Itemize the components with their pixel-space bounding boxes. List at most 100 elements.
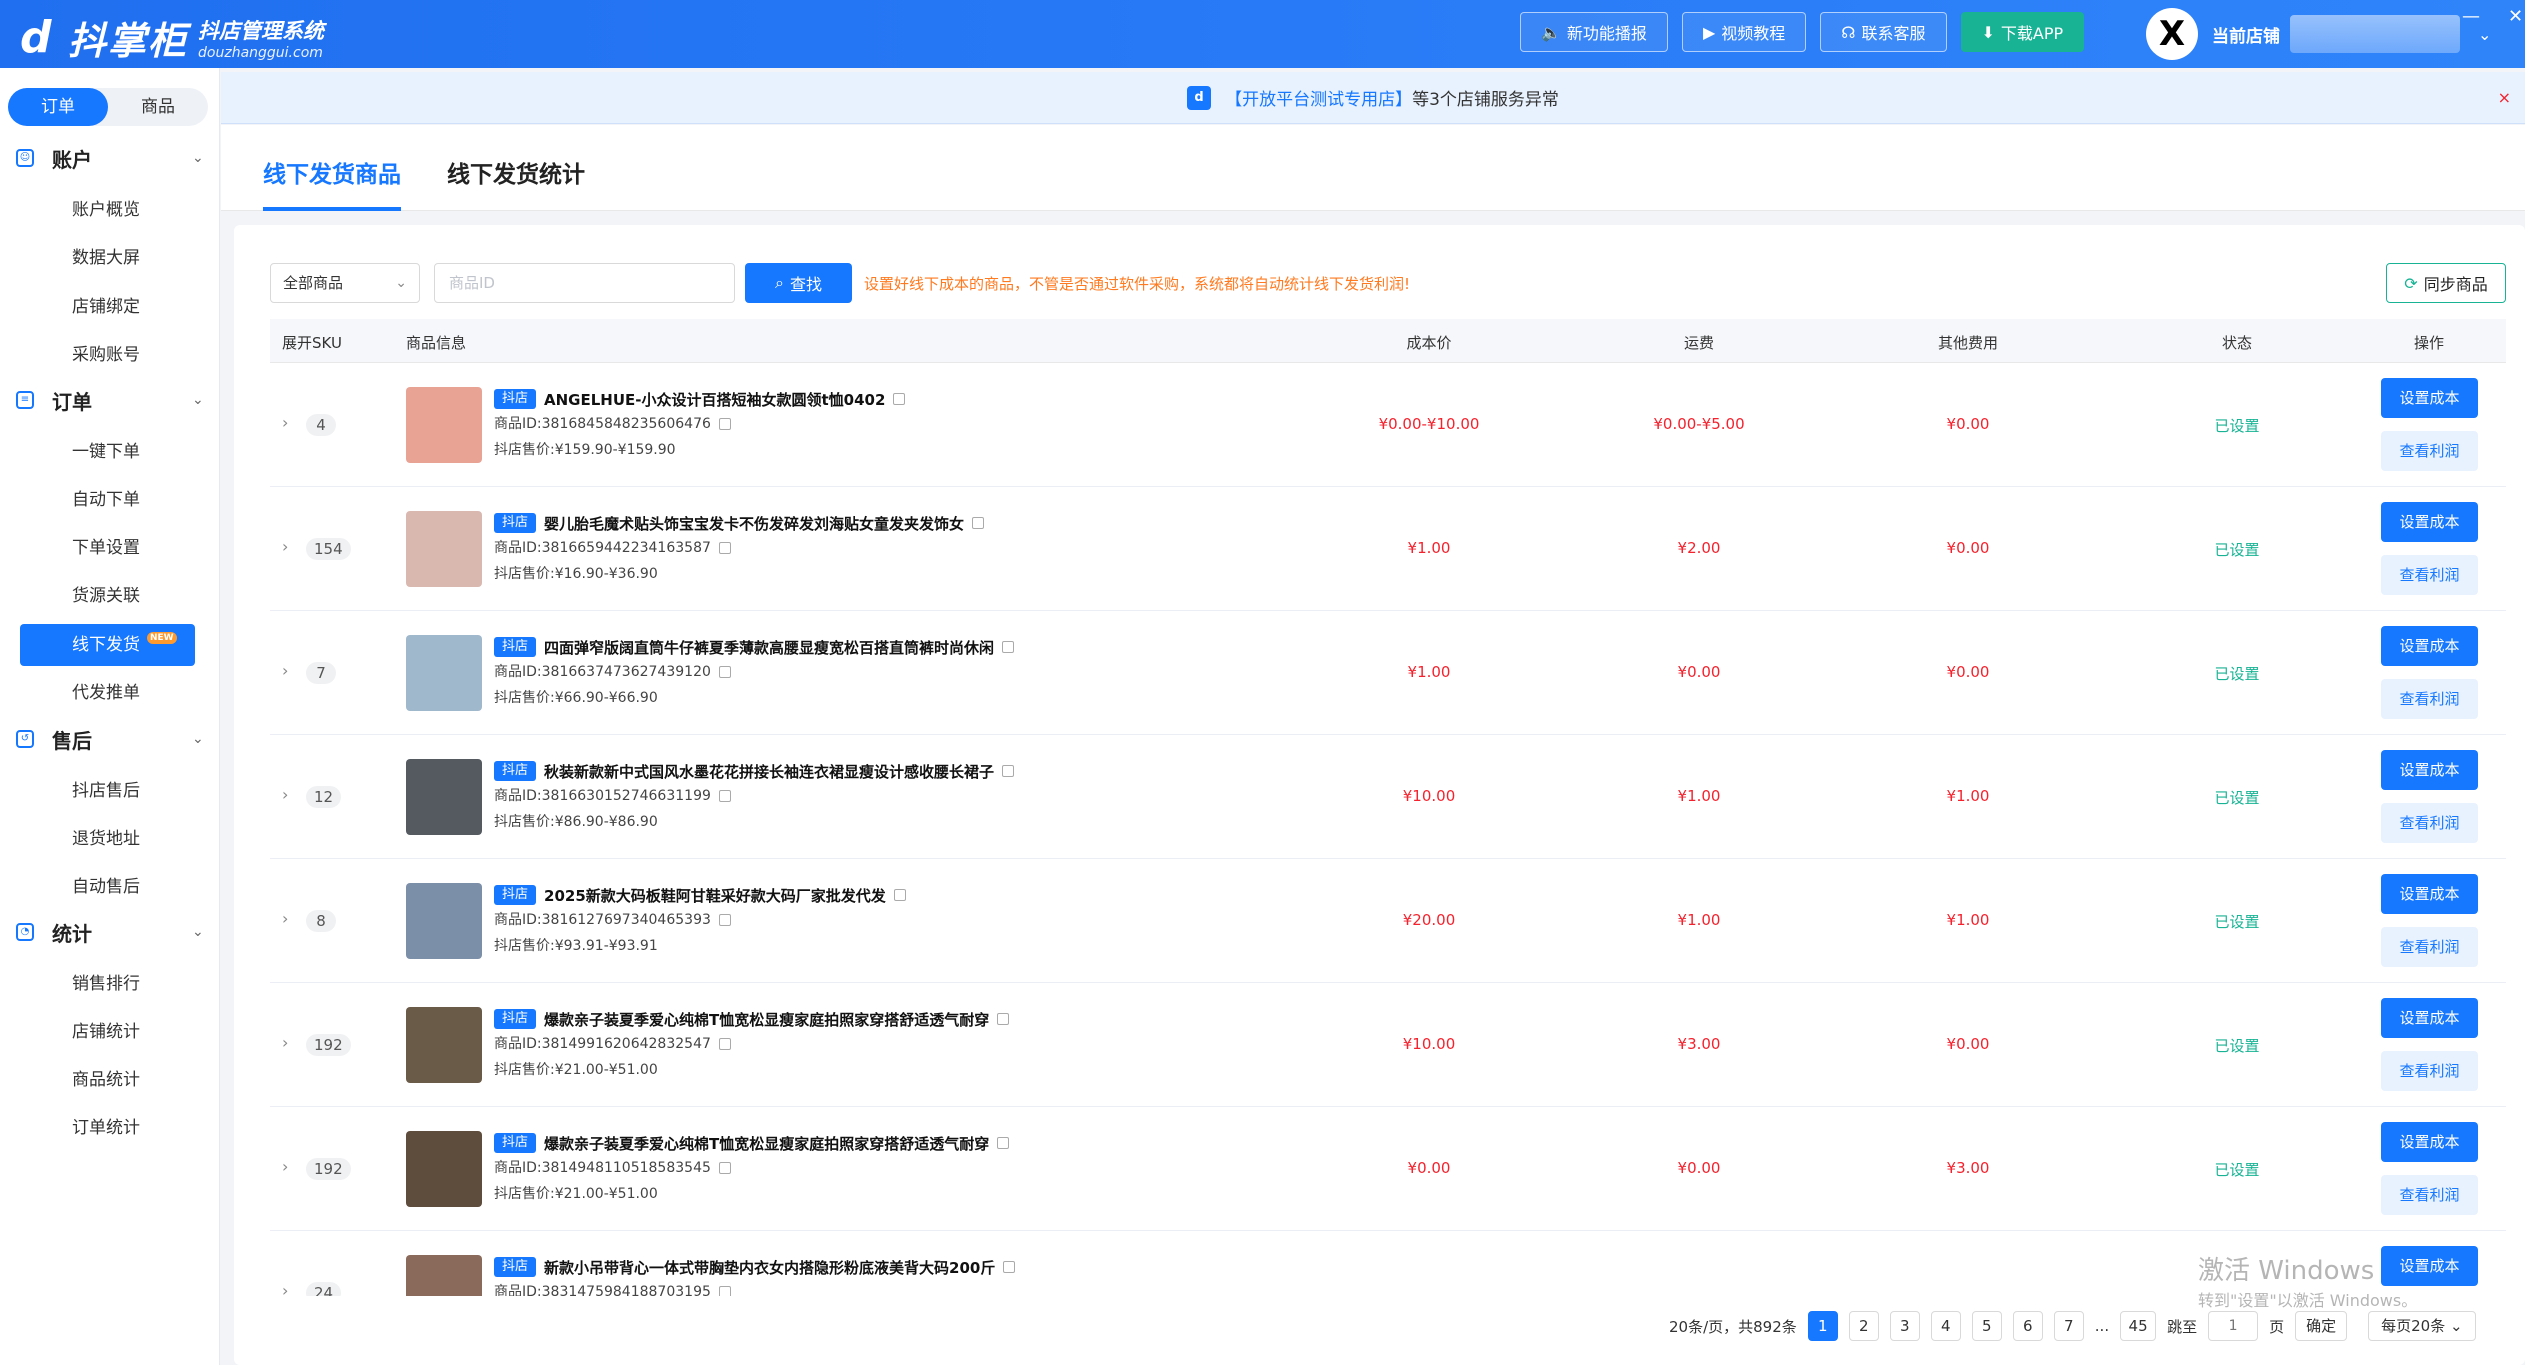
sidebar-item-source-link[interactable]: 货源关联 xyxy=(20,575,195,617)
page-last[interactable]: 45 xyxy=(2120,1311,2157,1341)
page-2[interactable]: 2 xyxy=(1848,1311,1879,1341)
view-profit-button[interactable]: 查看利润 xyxy=(2381,803,2478,843)
sku-count[interactable]: 154 xyxy=(306,538,351,560)
jump-page-input[interactable] xyxy=(2208,1311,2259,1341)
chevron-right-icon[interactable]: › xyxy=(282,413,288,432)
window-controls: — ✕ xyxy=(2462,6,2523,27)
tab-offline-stats[interactable]: 线下发货统计 xyxy=(447,155,585,211)
pagination-ellipsis[interactable]: ... xyxy=(2095,1317,2109,1335)
sku-count[interactable]: 24 xyxy=(306,1282,342,1296)
copy-icon[interactable] xyxy=(1002,765,1015,777)
copy-icon[interactable] xyxy=(893,393,906,405)
copy-icon[interactable] xyxy=(893,889,906,901)
sku-count[interactable]: 12 xyxy=(306,786,342,808)
copy-icon[interactable] xyxy=(1003,1261,1016,1273)
view-profit-button[interactable]: 查看利润 xyxy=(2381,1175,2478,1215)
page-5[interactable]: 5 xyxy=(1971,1311,2002,1341)
new-features-button[interactable]: 🔈 新功能播报 xyxy=(1520,12,1668,52)
toggle-orders[interactable]: 订单 xyxy=(8,88,108,126)
sidebar-item-purchase-account[interactable]: 采购账号 xyxy=(20,334,195,376)
sidebar-group-orders[interactable]: ≡ 订单 ⌄ xyxy=(0,382,220,418)
sku-count[interactable]: 8 xyxy=(306,910,336,932)
download-app-button[interactable]: ⬇ 下载APP xyxy=(1960,12,2085,52)
sidebar-item-data-screen[interactable]: 数据大屏 xyxy=(20,237,195,279)
sync-products-button[interactable]: ⟳ 同步商品 xyxy=(2386,263,2506,303)
video-tutorial-button[interactable]: ▶ 视频教程 xyxy=(1681,12,1807,52)
view-profit-button[interactable]: 查看利润 xyxy=(2381,927,2478,967)
copy-icon[interactable] xyxy=(718,418,731,430)
copy-icon[interactable] xyxy=(718,790,731,802)
sidebar-item-offline-shipping[interactable]: 线下发货 NEW xyxy=(20,624,195,666)
set-cost-button[interactable]: 设置成本 xyxy=(2381,1122,2478,1162)
view-profit-button[interactable]: 查看利润 xyxy=(2381,555,2478,595)
chevron-right-icon[interactable]: › xyxy=(282,537,288,556)
sidebar-item-one-click-order[interactable]: 一键下单 xyxy=(20,431,195,473)
page-6[interactable]: 6 xyxy=(2012,1311,2043,1341)
tab-offline-products[interactable]: 线下发货商品 xyxy=(263,155,401,211)
copy-icon[interactable] xyxy=(718,1286,731,1296)
page-3[interactable]: 3 xyxy=(1889,1311,1920,1341)
current-shop-selector[interactable]: X 当前店铺 ⌄ xyxy=(2146,8,2491,60)
copy-icon[interactable] xyxy=(718,914,731,926)
sidebar-group-account[interactable]: ☺ 账户 ⌄ xyxy=(0,140,220,176)
copy-icon[interactable] xyxy=(718,1162,731,1174)
copy-icon[interactable] xyxy=(718,666,731,678)
set-cost-button[interactable]: 设置成本 xyxy=(2381,998,2478,1038)
sidebar-item-auto-after-sales[interactable]: 自动售后 xyxy=(20,866,195,908)
app-logo[interactable]: d 抖掌柜 抖店管理系统 douzhanggui.com xyxy=(20,10,324,65)
sidebar-group-after-sales[interactable]: ↺ 售后 ⌄ xyxy=(0,721,220,757)
sidebar-item-product-stats[interactable]: 商品统计 xyxy=(20,1059,195,1101)
sidebar-item-shop-after-sales[interactable]: 抖店售后 xyxy=(20,770,195,812)
product-thumbnail xyxy=(406,1255,482,1296)
set-cost-button[interactable]: 设置成本 xyxy=(2381,750,2478,790)
chevron-right-icon[interactable]: › xyxy=(282,661,288,680)
copy-icon[interactable] xyxy=(972,517,985,529)
view-profit-button[interactable]: 查看利润 xyxy=(2381,679,2478,719)
set-cost-button[interactable]: 设置成本 xyxy=(2381,378,2478,418)
sidebar-item-shop-binding[interactable]: 店铺绑定 xyxy=(20,286,195,328)
category-select[interactable]: 全部商品 ⌄ xyxy=(270,263,420,303)
page-size-select[interactable]: 每页20条 ⌄ xyxy=(2368,1311,2476,1341)
copy-icon[interactable] xyxy=(997,1137,1010,1149)
sidebar-item-auto-order[interactable]: 自动下单 xyxy=(20,479,195,521)
sidebar-item-shop-stats[interactable]: 店铺统计 xyxy=(20,1011,195,1053)
copy-icon[interactable] xyxy=(997,1013,1010,1025)
copy-icon[interactable] xyxy=(718,542,731,554)
sidebar-item-return-address[interactable]: 退货地址 xyxy=(20,818,195,860)
page-7[interactable]: 7 xyxy=(2053,1311,2084,1341)
copy-icon[interactable] xyxy=(1002,641,1015,653)
notice-shop-link[interactable]: 【开放平台测试专用店】 xyxy=(1225,85,1412,110)
sidebar-item-account-overview[interactable]: 账户概览 xyxy=(20,189,195,231)
sku-count[interactable]: 7 xyxy=(306,662,336,684)
jump-confirm-button[interactable]: 确定 xyxy=(2295,1311,2348,1341)
chevron-right-icon[interactable]: › xyxy=(282,785,288,804)
chevron-right-icon[interactable]: › xyxy=(282,1281,288,1296)
contact-support-button[interactable]: ☊ 联系客服 xyxy=(1820,12,1947,52)
set-cost-button[interactable]: 设置成本 xyxy=(2381,502,2478,542)
set-cost-button[interactable]: 设置成本 xyxy=(2381,874,2478,914)
chevron-right-icon[interactable]: › xyxy=(282,1033,288,1052)
sidebar-group-statistics[interactable]: ◔ 统计 ⌄ xyxy=(0,914,220,950)
sku-count[interactable]: 192 xyxy=(306,1158,351,1180)
search-button[interactable]: ⌕ 查找 xyxy=(745,263,852,303)
set-cost-button[interactable]: 设置成本 xyxy=(2381,626,2478,666)
page-1[interactable]: 1 xyxy=(1807,1311,1838,1341)
new-badge: NEW xyxy=(147,632,177,644)
close-window-icon[interactable]: ✕ xyxy=(2508,6,2523,27)
sidebar-item-dropship-push[interactable]: 代发推单 xyxy=(20,672,195,714)
sku-count[interactable]: 192 xyxy=(306,1034,351,1056)
chevron-right-icon[interactable]: › xyxy=(282,909,288,928)
product-id-input[interactable] xyxy=(434,263,735,303)
toggle-products[interactable]: 商品 xyxy=(108,88,208,126)
view-profit-button[interactable]: 查看利润 xyxy=(2381,1051,2478,1091)
sidebar-item-order-stats[interactable]: 订单统计 xyxy=(20,1107,195,1149)
sidebar-item-sales-ranking[interactable]: 销售排行 xyxy=(20,963,195,1005)
sku-count[interactable]: 4 xyxy=(306,414,336,436)
close-icon[interactable]: × xyxy=(2498,88,2511,107)
chevron-right-icon[interactable]: › xyxy=(282,1157,288,1176)
view-profit-button[interactable]: 查看利润 xyxy=(2381,431,2478,471)
sidebar-item-order-settings[interactable]: 下单设置 xyxy=(20,527,195,569)
minimize-icon[interactable]: — xyxy=(2462,6,2480,27)
copy-icon[interactable] xyxy=(718,1038,731,1050)
page-4[interactable]: 4 xyxy=(1930,1311,1961,1341)
